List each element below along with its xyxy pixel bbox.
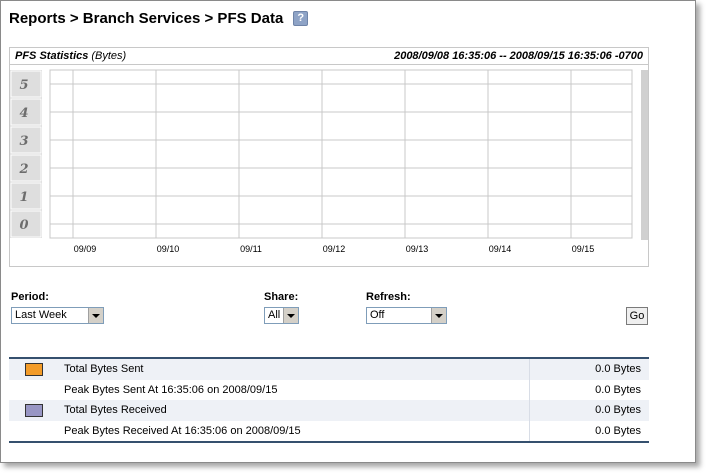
legend-value: 0.0 Bytes: [529, 379, 649, 400]
refresh-select-value: Off: [370, 309, 385, 321]
y-tick-label: 4: [19, 106, 28, 121]
x-tick-label: 09/09: [74, 244, 97, 254]
share-label: Share:: [264, 291, 299, 303]
chart-title: PFS Statistics (Bytes): [15, 50, 127, 62]
legend-row-total-received: Total Bytes Received 0.0 Bytes: [9, 400, 649, 421]
legend-row-peak-sent: Peak Bytes Sent At 16:35:06 on 2008/09/1…: [9, 379, 649, 400]
chart-scrollbar: [641, 70, 648, 240]
chart-unit: (Bytes): [91, 50, 127, 62]
chevron-down-icon[interactable]: [431, 308, 446, 323]
legend-value: 0.0 Bytes: [529, 359, 649, 380]
chevron-down-icon[interactable]: [283, 308, 298, 323]
period-select[interactable]: Last Week: [11, 307, 104, 324]
refresh-label: Refresh:: [366, 291, 411, 303]
legend-table: Total Bytes Sent 0.0 Bytes Peak Bytes Se…: [9, 357, 649, 443]
refresh-select[interactable]: Off: [366, 307, 447, 324]
legend-value: 0.0 Bytes: [529, 420, 649, 441]
chart-panel: PFS Statistics (Bytes) 2008/09/08 16:35:0…: [9, 47, 649, 267]
legend-label: Total Bytes Received: [64, 404, 167, 417]
legend-label: Peak Bytes Received At 16:35:06 on 2008/…: [64, 424, 301, 437]
x-tick-label: 09/11: [240, 244, 262, 254]
legend-label: Total Bytes Sent: [64, 363, 144, 376]
y-tick-label: 5: [19, 78, 28, 93]
x-tick-label: 09/15: [572, 244, 595, 254]
go-button[interactable]: Go: [626, 307, 648, 325]
chart-date-range: 2008/09/08 16:35:06 -- 2008/09/15 16:35:…: [394, 50, 643, 62]
chevron-down-icon[interactable]: [88, 308, 103, 323]
share-select[interactable]: All: [264, 307, 299, 324]
x-tick-label: 09/14: [489, 244, 512, 254]
legend-label: Peak Bytes Sent At 16:35:06 on 2008/09/1…: [64, 383, 278, 396]
y-tick-label: 1: [19, 190, 28, 205]
legend-row-total-sent: Total Bytes Sent 0.0 Bytes: [9, 359, 649, 380]
y-tick-label: 2: [18, 162, 28, 177]
y-tick-label: 0: [19, 218, 28, 233]
x-tick-label: 09/13: [406, 244, 429, 254]
legend-row-peak-received: Peak Bytes Received At 16:35:06 on 2008/…: [9, 420, 649, 441]
chart-header: PFS Statistics (Bytes) 2008/09/08 16:35:0…: [10, 48, 648, 65]
report-window: Reports > Branch Services > PFS Data ? P…: [0, 0, 696, 463]
help-icon[interactable]: ?: [293, 11, 309, 26]
share-select-value: All: [268, 309, 281, 321]
sent-color-swatch: [25, 362, 43, 376]
x-tick-label: 09/10: [157, 244, 180, 254]
period-select-value: Last Week: [15, 309, 67, 321]
y-tick-label: 3: [19, 134, 28, 149]
legend-value: 0.0 Bytes: [529, 400, 649, 421]
plot-area: [49, 69, 633, 239]
controls-bar: Period: Last Week Share: All Refresh: Of…: [1, 291, 697, 331]
pfs-chart: 5 4 3 2 1 0 09/09 09/10 09/11 09/12 09/13 09/14 09/1…: [10, 69, 648, 254]
breadcrumb: Reports > Branch Services > PFS Data: [9, 10, 284, 27]
page-title: Reports > Branch Services > PFS Data ?: [9, 10, 309, 27]
received-color-swatch: [25, 403, 43, 417]
x-tick-label: 09/12: [323, 244, 346, 254]
period-label: Period:: [11, 291, 49, 303]
